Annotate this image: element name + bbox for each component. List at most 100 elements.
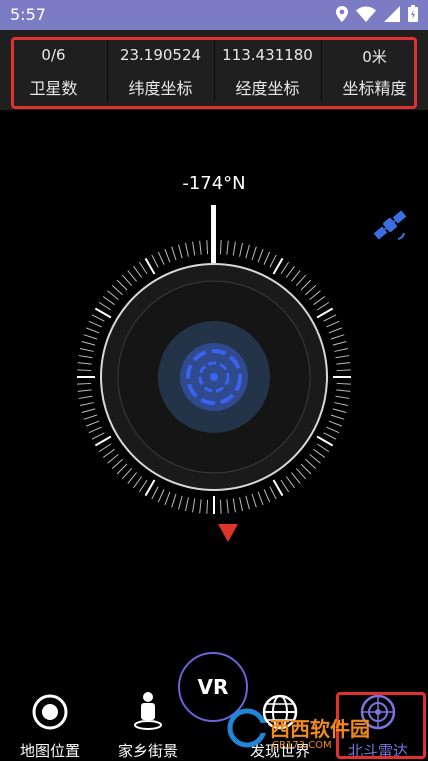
compass-tick [336, 362, 351, 365]
compass-tick [116, 463, 128, 475]
compass-tick [335, 395, 350, 399]
status-icons [336, 5, 418, 22]
compass-tick [332, 408, 347, 413]
compass-tick [328, 327, 343, 334]
compass-tick [133, 265, 143, 278]
compass-tick [164, 248, 171, 263]
compass-tick [133, 476, 143, 489]
compass-tick [98, 301, 112, 311]
compass-tick [251, 246, 257, 261]
compass-tick [192, 498, 196, 513]
compass-tick [316, 301, 330, 311]
compass-tick [77, 389, 92, 392]
compass-tick [151, 254, 159, 268]
compass-tick [316, 443, 330, 453]
compass-tick [91, 314, 105, 322]
compass-tick [219, 240, 222, 255]
stats-highlight-box [11, 37, 417, 109]
compass-tick [88, 426, 102, 434]
compass-tick [305, 284, 317, 296]
compass-tick [332, 341, 347, 346]
compass-tick [323, 314, 337, 322]
compass-tick [127, 270, 137, 282]
compass-tick [295, 468, 307, 480]
compass-tick [144, 257, 156, 275]
compass-tick [164, 491, 171, 506]
tab-label: 地图位置 [19, 742, 80, 760]
compass-tick [251, 493, 257, 508]
compass-tick [305, 458, 317, 470]
compass-tick [316, 307, 334, 319]
direction-pointer-icon [218, 524, 238, 542]
compass-tick [269, 486, 277, 500]
location-icon [336, 5, 348, 22]
tab-map-location[interactable]: 地图位置 [8, 694, 92, 761]
satellite-icon[interactable] [370, 205, 410, 245]
compass-tick [192, 241, 196, 256]
compass-tick [111, 284, 123, 296]
compass-tick [263, 489, 271, 503]
compass-tick [138, 261, 148, 275]
tab-hometown-streetview[interactable]: 家乡街景 [106, 692, 190, 761]
compass-tick [309, 290, 321, 300]
compass-tick [263, 251, 271, 265]
compass-tick [178, 244, 183, 259]
compass-tick [107, 454, 119, 464]
compass-tick [185, 242, 189, 257]
battery-icon [408, 5, 418, 22]
compass-tick [199, 499, 202, 514]
compass-tick [226, 240, 229, 255]
compass-tick [316, 435, 334, 447]
compass-tick [178, 495, 183, 510]
compass-tick [77, 362, 92, 365]
compass-tick [313, 296, 326, 306]
wifi-icon [356, 6, 376, 22]
status-bar: 5:57 [0, 0, 428, 30]
compass-tick [335, 355, 350, 359]
compass-tick [330, 334, 345, 340]
compass-tick [232, 498, 236, 513]
compass-tick [257, 248, 264, 263]
tab-label: 家乡街景 [117, 742, 178, 760]
compass-tick [206, 499, 209, 514]
compass-tick [171, 246, 177, 261]
compass-tick [83, 414, 98, 420]
compass-tick [78, 395, 93, 399]
watermark-logo: 西西软件园 CR173.COM [227, 708, 370, 750]
compass-tick [94, 435, 112, 447]
compass-tick [98, 443, 112, 453]
compass-tick [326, 320, 340, 328]
compass-tick [157, 489, 165, 503]
compass-tick [280, 479, 290, 493]
signal-icon [384, 5, 400, 22]
compass-tick [116, 279, 128, 291]
compass-tick [77, 369, 92, 372]
status-time: 5:57 [10, 5, 46, 24]
compass-tick [85, 327, 100, 334]
compass-tick [121, 468, 133, 480]
compass-tick [144, 479, 156, 497]
compass-tick [269, 254, 277, 268]
compass-tick [239, 242, 243, 257]
compass-tick [81, 408, 96, 413]
compass-tick [226, 499, 229, 514]
compass-tick [102, 296, 115, 306]
compass-tick [336, 389, 351, 392]
watermark-text: 西西软件园 [270, 717, 370, 741]
compass-tick [239, 497, 243, 512]
compass-tick [330, 414, 345, 420]
compass-tick [334, 402, 349, 406]
compass-tick [185, 497, 189, 512]
compass-tick [219, 499, 222, 514]
compass-tick [157, 251, 165, 265]
compass-tick [285, 265, 295, 278]
compass-tick [272, 257, 284, 275]
compass-tick [111, 458, 123, 470]
compass-tick [257, 491, 264, 506]
compass-tick [295, 274, 307, 286]
compass-tick [336, 369, 351, 372]
compass-tick [83, 334, 98, 340]
compass-tick [151, 486, 159, 500]
compass-tick [280, 261, 290, 275]
compass-tick [91, 432, 105, 440]
